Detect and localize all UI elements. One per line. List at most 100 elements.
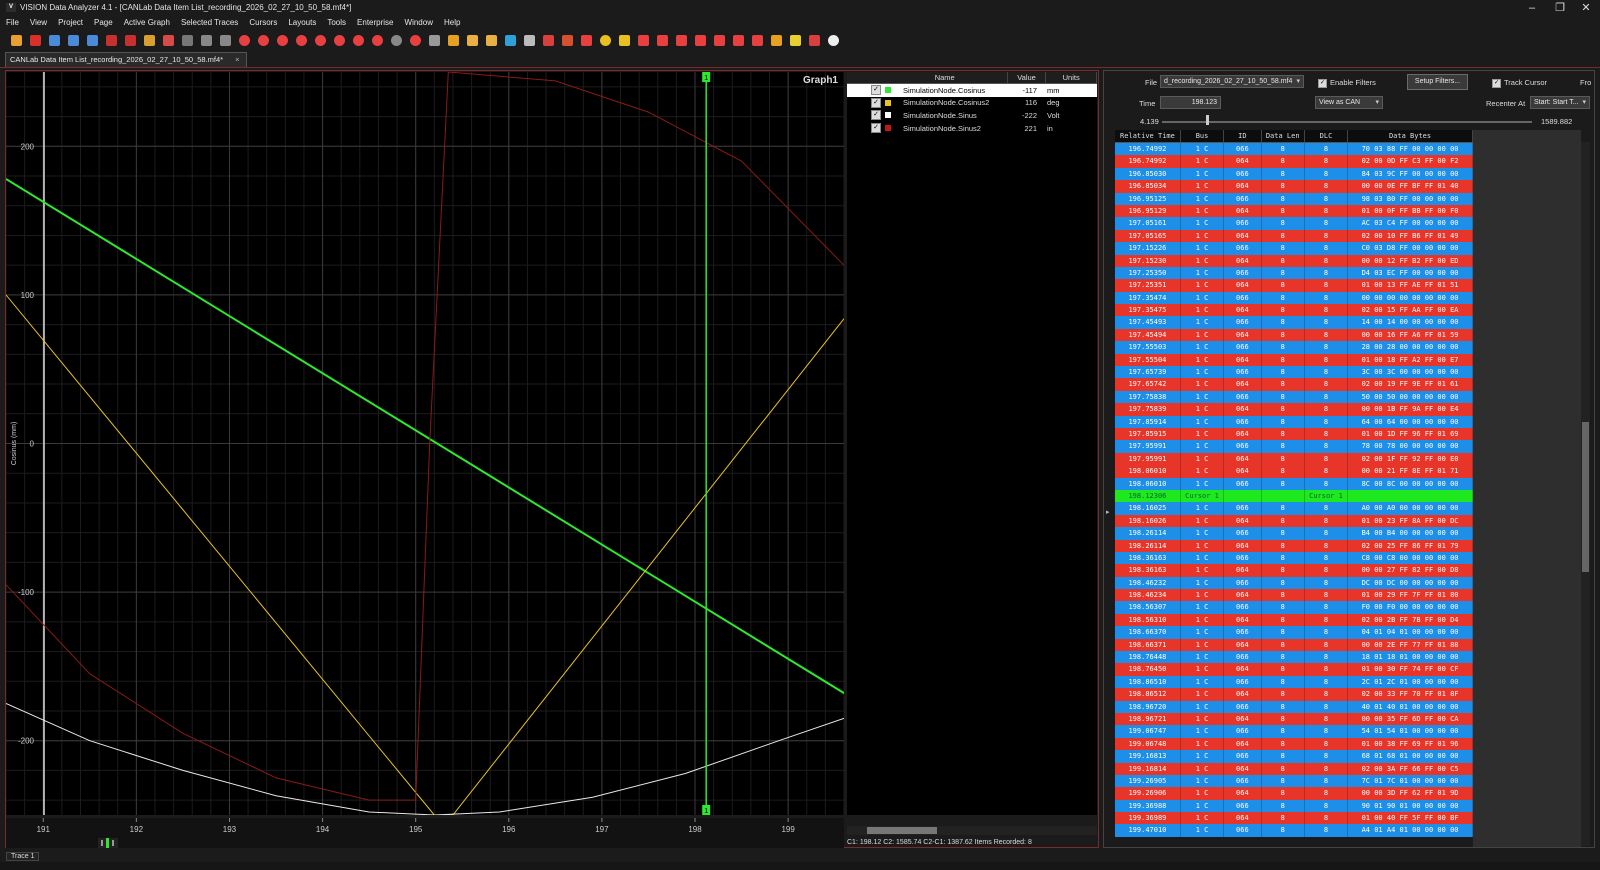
table-row[interactable]: 196.85034 1 C 064 8 8 00 00 0E FF BF FF 01 40 bbox=[1115, 180, 1473, 193]
table-row[interactable]: 196.74992 1 C 064 8 8 02 00 0D FF C3 FF 00 F2 bbox=[1115, 155, 1473, 168]
table-row[interactable]: 197.15226 1 C 066 8 8 C0 03 D8 FF 00 00 00 00 bbox=[1115, 242, 1473, 255]
table-row[interactable]: 199.26906 1 C 064 8 8 00 00 3D FF 62 FF 01 9D bbox=[1115, 787, 1473, 800]
table-row[interactable]: 197.55503 1 C 066 8 8 28 00 28 00 00 00 00 00 bbox=[1115, 341, 1473, 354]
table-row[interactable]: 198.36163 1 C 066 8 8 C8 00 C8 00 00 00 00 00 bbox=[1115, 551, 1473, 565]
cursor-e-icon[interactable] bbox=[730, 32, 747, 49]
menu-cursors[interactable]: Cursors bbox=[243, 16, 282, 29]
zoom-in-icon[interactable] bbox=[236, 32, 253, 49]
restore-icon[interactable]: ❐ bbox=[1546, 1, 1574, 15]
graph-scroll-handle[interactable] bbox=[98, 838, 118, 848]
table-row[interactable]: 197.35474 1 C 066 8 8 00 00 00 00 00 00 00 00 bbox=[1115, 291, 1473, 305]
table-row[interactable]: 197.05161 1 C 066 8 8 AC 03 C4 FF 00 00 00 00 bbox=[1115, 217, 1473, 230]
file-select[interactable]: d_recording_2026_02_27_10_50_58.mf4 bbox=[1160, 75, 1304, 88]
menu-layouts[interactable]: Layouts bbox=[282, 16, 321, 29]
zoom-y-icon[interactable] bbox=[350, 32, 367, 49]
color-icon[interactable] bbox=[540, 32, 557, 49]
menu-project[interactable]: Project bbox=[52, 16, 88, 29]
zoom-all-icon[interactable] bbox=[407, 32, 424, 49]
trace-color-swatch[interactable] bbox=[885, 112, 891, 119]
scrollbar-thumb[interactable] bbox=[867, 827, 937, 834]
table-row[interactable]: 198.66371 1 C 064 8 8 00 00 2E FF 77 FF 01 88 bbox=[1115, 638, 1473, 652]
header-bus[interactable]: Bus bbox=[1181, 130, 1225, 142]
cursor-a-icon[interactable] bbox=[654, 32, 671, 49]
table-row[interactable]: 198.26114 1 C 064 8 8 02 00 25 FF 86 FF 01 79 bbox=[1115, 539, 1473, 552]
trace-color-swatch[interactable] bbox=[885, 87, 891, 94]
table-row[interactable]: 198.96721 1 C 064 8 8 00 00 35 FF 6D FF 00 CA bbox=[1115, 712, 1473, 726]
multi-graph-icon[interactable] bbox=[502, 32, 519, 49]
table-row[interactable]: 198.46232 1 C 066 8 8 DC 00 DC 00 00 00 00 00 bbox=[1115, 576, 1473, 590]
header-id[interactable]: ID bbox=[1224, 130, 1262, 142]
close-icon[interactable]: ✕ bbox=[1572, 1, 1600, 15]
header-name[interactable]: Name bbox=[883, 72, 1008, 83]
view-as-select[interactable]: View as CAN bbox=[1315, 96, 1383, 109]
table-row[interactable]: 198.56310 1 C 064 8 8 02 00 2B FF 7B FF 00 D4 bbox=[1115, 613, 1473, 627]
series-line-simulationnode-cosinus[interactable] bbox=[6, 178, 844, 694]
trace-tab[interactable]: Trace 1 bbox=[6, 852, 40, 861]
line-tool-icon[interactable] bbox=[217, 32, 234, 49]
table-row[interactable]: 199.26905 1 C 066 8 8 7C 01 7C 01 00 00 00 00 bbox=[1115, 774, 1473, 788]
zoom-box-icon[interactable] bbox=[331, 32, 348, 49]
signal-checkbox[interactable]: ✓ bbox=[871, 85, 881, 96]
table-row[interactable]: 199.47010 1 C 066 8 8 A4 01 A4 01 00 00 00 00 bbox=[1115, 824, 1473, 837]
time-slider[interactable] bbox=[1162, 121, 1532, 123]
table-row[interactable]: 198.36163 1 C 064 8 8 00 00 27 FF 82 FF 00 D8 bbox=[1115, 564, 1473, 577]
table-row[interactable]: 199.36988 1 C 066 8 8 90 01 90 01 00 00 00 00 bbox=[1115, 799, 1473, 813]
table-row[interactable]: 197.25350 1 C 066 8 8 D4 03 EC FF 00 00 00 00 bbox=[1115, 266, 1473, 280]
scroll-left-icon[interactable] bbox=[426, 32, 443, 49]
table-row[interactable]: 199.16814 1 C 064 8 8 02 00 3A FF 66 FF 00 C5 bbox=[1115, 762, 1473, 775]
table-row[interactable]: 197.55504 1 C 064 8 8 01 00 18 FF A2 FF 00 E7 bbox=[1115, 353, 1473, 367]
signal-row[interactable]: ✓ SimulationNode.Sinus2 221 in bbox=[847, 122, 1097, 135]
toggle-icon[interactable] bbox=[825, 32, 842, 49]
menu-page[interactable]: Page bbox=[88, 16, 118, 29]
table-row[interactable]: 198.16026 1 C 064 8 8 01 00 23 FF 8A FF 00 DC bbox=[1115, 514, 1473, 528]
markers-icon[interactable] bbox=[768, 32, 785, 49]
header-data-bytes[interactable]: Data Bytes bbox=[1348, 130, 1473, 142]
table-row[interactable]: 197.95991 1 C 064 8 8 02 00 1F FF 92 FF 00 E0 bbox=[1115, 452, 1473, 466]
trace-color-swatch[interactable] bbox=[885, 99, 891, 106]
table-row[interactable]: 196.85030 1 C 066 8 8 84 03 9C FF 00 00 00 00 bbox=[1115, 167, 1473, 181]
note-icon[interactable] bbox=[787, 32, 804, 49]
table-row[interactable]: 198.06010 1 C 064 8 8 00 00 21 FF 8E FF 01 71 bbox=[1115, 465, 1473, 478]
abc-icon[interactable] bbox=[141, 32, 158, 49]
menu-help[interactable]: Help bbox=[438, 16, 465, 29]
menu-tools[interactable]: Tools bbox=[321, 16, 351, 29]
zoom-out-x-icon[interactable] bbox=[293, 32, 310, 49]
table-row[interactable]: 199.16813 1 C 066 8 8 68 01 68 01 00 00 00 00 bbox=[1115, 750, 1473, 763]
save-icon[interactable] bbox=[46, 32, 63, 49]
signal-checkbox[interactable]: ✓ bbox=[871, 110, 881, 121]
table-row[interactable]: 199.06748 1 C 064 8 8 01 00 38 FF 69 FF 01 96 bbox=[1115, 737, 1473, 751]
setup-filters-button[interactable]: Setup Filters... bbox=[1407, 74, 1468, 90]
save-as-icon[interactable] bbox=[84, 32, 101, 49]
save-all-icon[interactable] bbox=[65, 32, 82, 49]
signal-row[interactable]: ✓ SimulationNode.Sinus -222 Volt bbox=[847, 109, 1097, 122]
menu-enterprise[interactable]: Enterprise bbox=[351, 16, 398, 29]
table-row[interactable]: 197.15230 1 C 064 8 8 00 00 12 FF B2 FF 00 ED bbox=[1115, 254, 1473, 267]
trace-color-swatch[interactable] bbox=[885, 125, 891, 132]
signal-row[interactable]: ✓ SimulationNode.Cosinus2 116 deg bbox=[847, 97, 1097, 110]
table-row[interactable]: 199.06747 1 C 066 8 8 54 01 54 01 00 00 00 00 bbox=[1115, 725, 1473, 738]
cursor-b-icon[interactable] bbox=[673, 32, 690, 49]
table-row[interactable]: 197.05165 1 C 064 8 8 02 00 10 FF B6 FF 01 49 bbox=[1115, 229, 1473, 243]
waterfall-icon[interactable] bbox=[464, 32, 481, 49]
graph-plot-area[interactable]: 200 100 0 -100 -200 Cosinus (mm) 1 1 Graph1 bbox=[6, 72, 844, 815]
table-row[interactable]: 197.65742 1 C 064 8 8 02 00 19 FF 9E FF 01 61 bbox=[1115, 378, 1473, 391]
table-row[interactable]: 197.75839 1 C 064 8 8 00 00 1B FF 9A FF 00 E4 bbox=[1115, 403, 1473, 416]
zoom-in-x-icon[interactable] bbox=[255, 32, 272, 49]
menu-selected-traces[interactable]: Selected Traces bbox=[175, 16, 243, 29]
series-line-simulationnode-sinus[interactable] bbox=[6, 703, 844, 816]
table-row[interactable]: 198.56307 1 C 066 8 8 F0 00 F0 00 00 00 00 00 bbox=[1115, 601, 1473, 614]
zoom-fit-icon[interactable] bbox=[312, 32, 329, 49]
table-row[interactable]: 198.06010 1 C 066 8 8 8C 00 8C 00 00 00 00 00 bbox=[1115, 477, 1473, 490]
image-icon[interactable] bbox=[806, 32, 823, 49]
table-row[interactable]: 196.74992 1 C 066 8 8 70 03 88 FF 00 00 00 00 bbox=[1115, 143, 1473, 156]
table-row[interactable]: 198.86512 1 C 064 8 8 02 00 33 FF 70 FF 01 8F bbox=[1115, 688, 1473, 701]
table-scrollbar[interactable] bbox=[1581, 142, 1590, 846]
scrollbar-thumb[interactable] bbox=[1582, 422, 1589, 572]
step-icon[interactable] bbox=[635, 32, 652, 49]
time-input[interactable]: 198.123 bbox=[1160, 96, 1221, 109]
select-icon[interactable] bbox=[198, 32, 215, 49]
menu-window[interactable]: Window bbox=[399, 16, 438, 29]
signal-row[interactable]: ✓ SimulationNode.Cosinus -117 mm bbox=[847, 84, 1097, 97]
table-icon[interactable] bbox=[160, 32, 177, 49]
cursor-row[interactable]: 198.12306 Cursor 1 Cursor 1 bbox=[1115, 489, 1473, 503]
